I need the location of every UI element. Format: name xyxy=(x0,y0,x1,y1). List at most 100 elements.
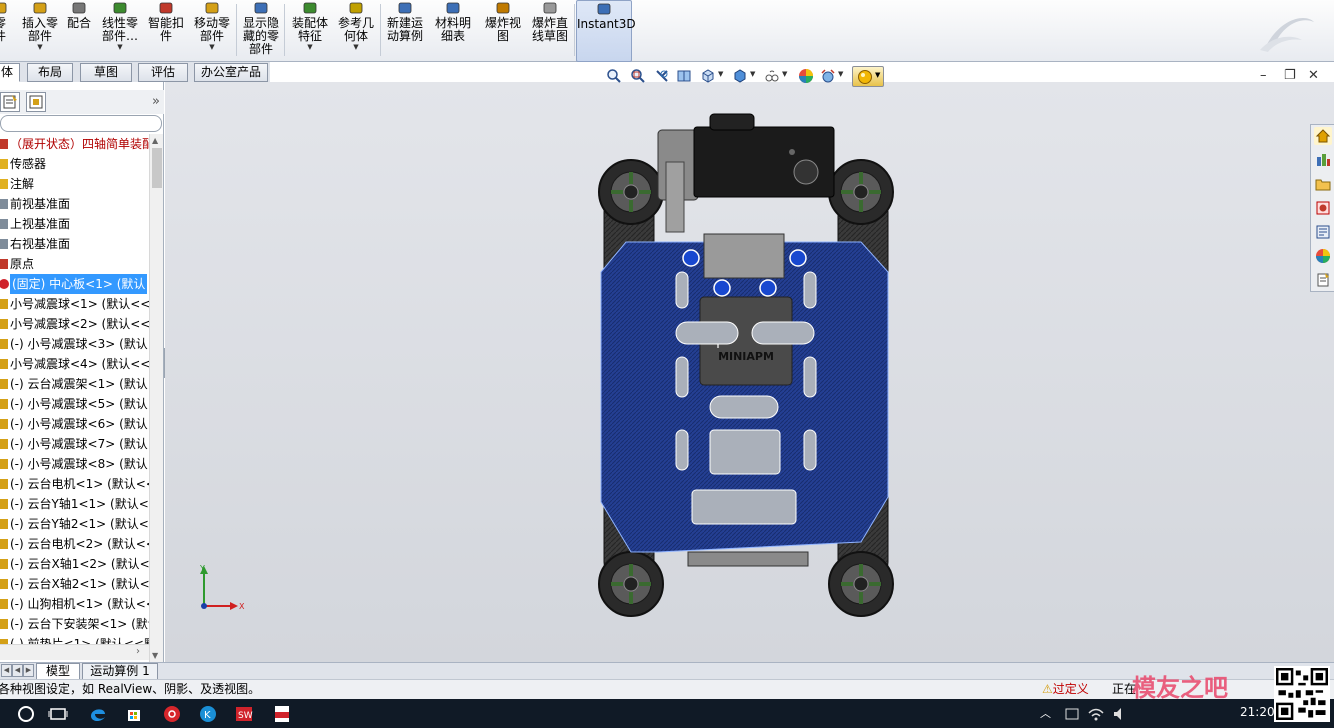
zoom-to-fit-icon[interactable] xyxy=(606,68,622,84)
tray-network-icon[interactable] xyxy=(1062,704,1082,724)
scroll-down-icon[interactable]: ▼ xyxy=(152,651,158,660)
tree-item[interactable]: (-) 小号减震球<8> (默认< xyxy=(0,454,149,474)
kugou-icon[interactable]: K xyxy=(198,704,218,724)
tree-item[interactable]: (-) 前垫片<1> (默认<<默 xyxy=(0,634,149,644)
insert-components-button[interactable]: 插入零 部件 ▼ xyxy=(14,0,66,62)
store-icon[interactable] xyxy=(124,704,144,724)
reference-geometry-button-dropdown-icon[interactable]: ▼ xyxy=(334,43,378,51)
assembly-features-button[interactable]: 装配体 特征 ▼ xyxy=(286,0,334,62)
display-style-dropdown-icon[interactable]: ▼ xyxy=(750,70,755,78)
view-settings-button[interactable]: ▼ xyxy=(852,66,884,87)
previous-tab-arrow-icon[interactable]: ◀ xyxy=(12,664,23,677)
next-tab-arrow-icon[interactable]: ▶ xyxy=(23,664,34,677)
scroll-right-icon[interactable]: › xyxy=(136,646,140,657)
tree-item[interactable]: (-) 云台下安装架<1> (默认 xyxy=(0,614,149,634)
bill-of-materials-button[interactable]: 材料明 细表 xyxy=(430,0,476,62)
tree-item[interactable]: 传感器 xyxy=(0,154,149,174)
new-motion-study-button[interactable]: 新建运 动算例 xyxy=(382,0,428,62)
close-icon[interactable]: ✕ xyxy=(1308,68,1319,83)
collapse-panel-icon[interactable]: » xyxy=(152,94,160,109)
tree-item[interactable]: (-) 小号减震球<6> (默认< xyxy=(0,414,149,434)
tree-filter-input[interactable] xyxy=(0,115,162,132)
first-tab-arrow-icon[interactable]: ◀ xyxy=(1,664,12,677)
hide-show-items-icon[interactable] xyxy=(764,68,780,84)
tree-vertical-scrollbar[interactable]: ▲ ▼ xyxy=(149,134,163,662)
reference-geometry-button[interactable]: 参考几 何体 ▼ xyxy=(334,0,378,62)
insert-components-button-dropdown-icon[interactable]: ▼ xyxy=(14,43,66,51)
tray-wifi-icon[interactable] xyxy=(1086,704,1106,724)
tab-motion-study-1[interactable]: 运动算例 1 xyxy=(82,663,158,680)
tree-item[interactable]: 前视基准面 xyxy=(0,194,149,214)
view-orientation-dropdown-icon[interactable]: ▼ xyxy=(718,70,723,78)
tree-item[interactable]: (-) 山狗相机<1> (默认<< xyxy=(0,594,149,614)
tab-layout[interactable]: 布局 xyxy=(27,63,73,82)
tray-volume-icon[interactable] xyxy=(1110,704,1130,724)
tab-evaluate[interactable]: 评估 xyxy=(138,63,188,82)
apply-scene-dropdown-icon[interactable]: ▼ xyxy=(838,70,843,78)
previous-view-icon[interactable] xyxy=(654,68,670,84)
exploded-view-button[interactable]: 爆炸视 图 xyxy=(480,0,526,62)
file-explorer-icon[interactable] xyxy=(1314,175,1332,193)
tree-item[interactable]: 原点 xyxy=(0,254,149,274)
mate-button[interactable]: 配合 xyxy=(66,0,92,62)
pdf-reader-icon[interactable] xyxy=(272,704,292,724)
linear-pattern-button-dropdown-icon[interactable]: ▼ xyxy=(96,43,144,51)
tree-item[interactable]: (-) 云台X轴1<2> (默认<< xyxy=(0,554,149,574)
property-manager-tab-icon[interactable] xyxy=(0,92,20,112)
tree-item[interactable]: (-) 云台X轴2<1> (默认<< xyxy=(0,574,149,594)
tree-item[interactable]: （展开状态）四轴简单装配 xyxy=(0,134,149,154)
assembly-model-view[interactable]: MINIAPM xyxy=(596,112,896,617)
tree-item[interactable]: (固定) 中心板<1> (默认 xyxy=(0,274,149,294)
tree-item[interactable]: 小号减震球<1> (默认<<默 xyxy=(0,294,149,314)
design-library-icon[interactable] xyxy=(1314,151,1332,169)
tree-item[interactable]: 小号减震球<4> (默认<<默 xyxy=(0,354,149,374)
tree-item[interactable]: (-) 云台Y轴1<1> (默认<< xyxy=(0,494,149,514)
start-search-icon[interactable] xyxy=(16,704,36,724)
tree-item[interactable]: (-) 小号减震球<7> (默认< xyxy=(0,434,149,454)
status-warning[interactable]: ⚠过定义 xyxy=(1042,680,1089,699)
tree-horizontal-scrollbar[interactable]: › xyxy=(0,644,149,660)
tree-item[interactable]: (-) 小号减震球<3> (默认< xyxy=(0,334,149,354)
assembly-features-button-dropdown-icon[interactable]: ▼ xyxy=(286,43,334,51)
move-component-button-dropdown-icon[interactable]: ▼ xyxy=(190,43,234,51)
part-button[interactable]: 零 件 xyxy=(0,0,12,62)
move-component-button[interactable]: 移动零 部件 ▼ xyxy=(190,0,234,62)
instant3d-button[interactable]: Instant3D xyxy=(576,0,636,62)
tree-item[interactable]: 右视基准面 xyxy=(0,234,149,254)
taskbar-clock[interactable]: 21:20 xyxy=(1240,705,1275,719)
custom-properties-icon[interactable] xyxy=(1314,271,1332,289)
tree-item[interactable]: (-) 小号减震球<5> (默认< xyxy=(0,394,149,414)
zoom-to-area-icon[interactable] xyxy=(630,68,646,84)
show-hidden-components-button[interactable]: 显示隐 藏的零 部件 xyxy=(238,0,284,62)
restore-icon[interactable]: ❐ xyxy=(1284,68,1296,83)
tab-sketch[interactable]: 草图 xyxy=(80,63,132,82)
configuration-manager-tab-icon[interactable] xyxy=(26,92,46,112)
hide-show-dropdown-icon[interactable]: ▼ xyxy=(782,70,787,78)
apply-scene-icon[interactable] xyxy=(820,68,836,84)
color-palette-icon[interactable] xyxy=(1314,247,1332,265)
tree-item[interactable]: 注解 xyxy=(0,174,149,194)
minimize-icon[interactable]: – xyxy=(1260,68,1267,83)
scrollbar-thumb[interactable] xyxy=(152,148,162,188)
display-style-icon[interactable] xyxy=(732,68,748,84)
tree-item[interactable]: (-) 云台Y轴2<1> (默认<< xyxy=(0,514,149,534)
tab-office-products[interactable]: 办公室产品 xyxy=(194,63,268,82)
section-view-icon[interactable] xyxy=(676,68,692,84)
tab-model[interactable]: 模型 xyxy=(36,663,80,680)
view-palette-icon[interactable] xyxy=(1314,199,1332,217)
tree-item[interactable]: (-) 云台电机<2> (默认<< xyxy=(0,534,149,554)
solidworks-resources-icon[interactable] xyxy=(1314,127,1332,145)
tree-item[interactable]: (-) 云台电机<1> (默认<< xyxy=(0,474,149,494)
explode-line-sketch-button[interactable]: 爆炸直 线草图 xyxy=(526,0,574,62)
smart-fasteners-button[interactable]: 智能扣 件 xyxy=(144,0,188,62)
netease-music-icon[interactable] xyxy=(162,704,182,724)
linear-pattern-button[interactable]: 线性零 部件… ▼ xyxy=(96,0,144,62)
edit-appearance-icon[interactable] xyxy=(798,68,814,84)
task-view-icon[interactable] xyxy=(48,704,68,724)
scroll-up-icon[interactable]: ▲ xyxy=(152,136,158,145)
view-orientation-icon[interactable] xyxy=(700,68,716,84)
tree-item[interactable]: 上视基准面 xyxy=(0,214,149,234)
view-settings-dropdown-icon[interactable]: ▼ xyxy=(875,71,880,79)
solidworks-taskbar-icon[interactable]: SW xyxy=(234,704,254,724)
tree-item[interactable]: (-) 云台减震架<1> (默认< xyxy=(0,374,149,394)
